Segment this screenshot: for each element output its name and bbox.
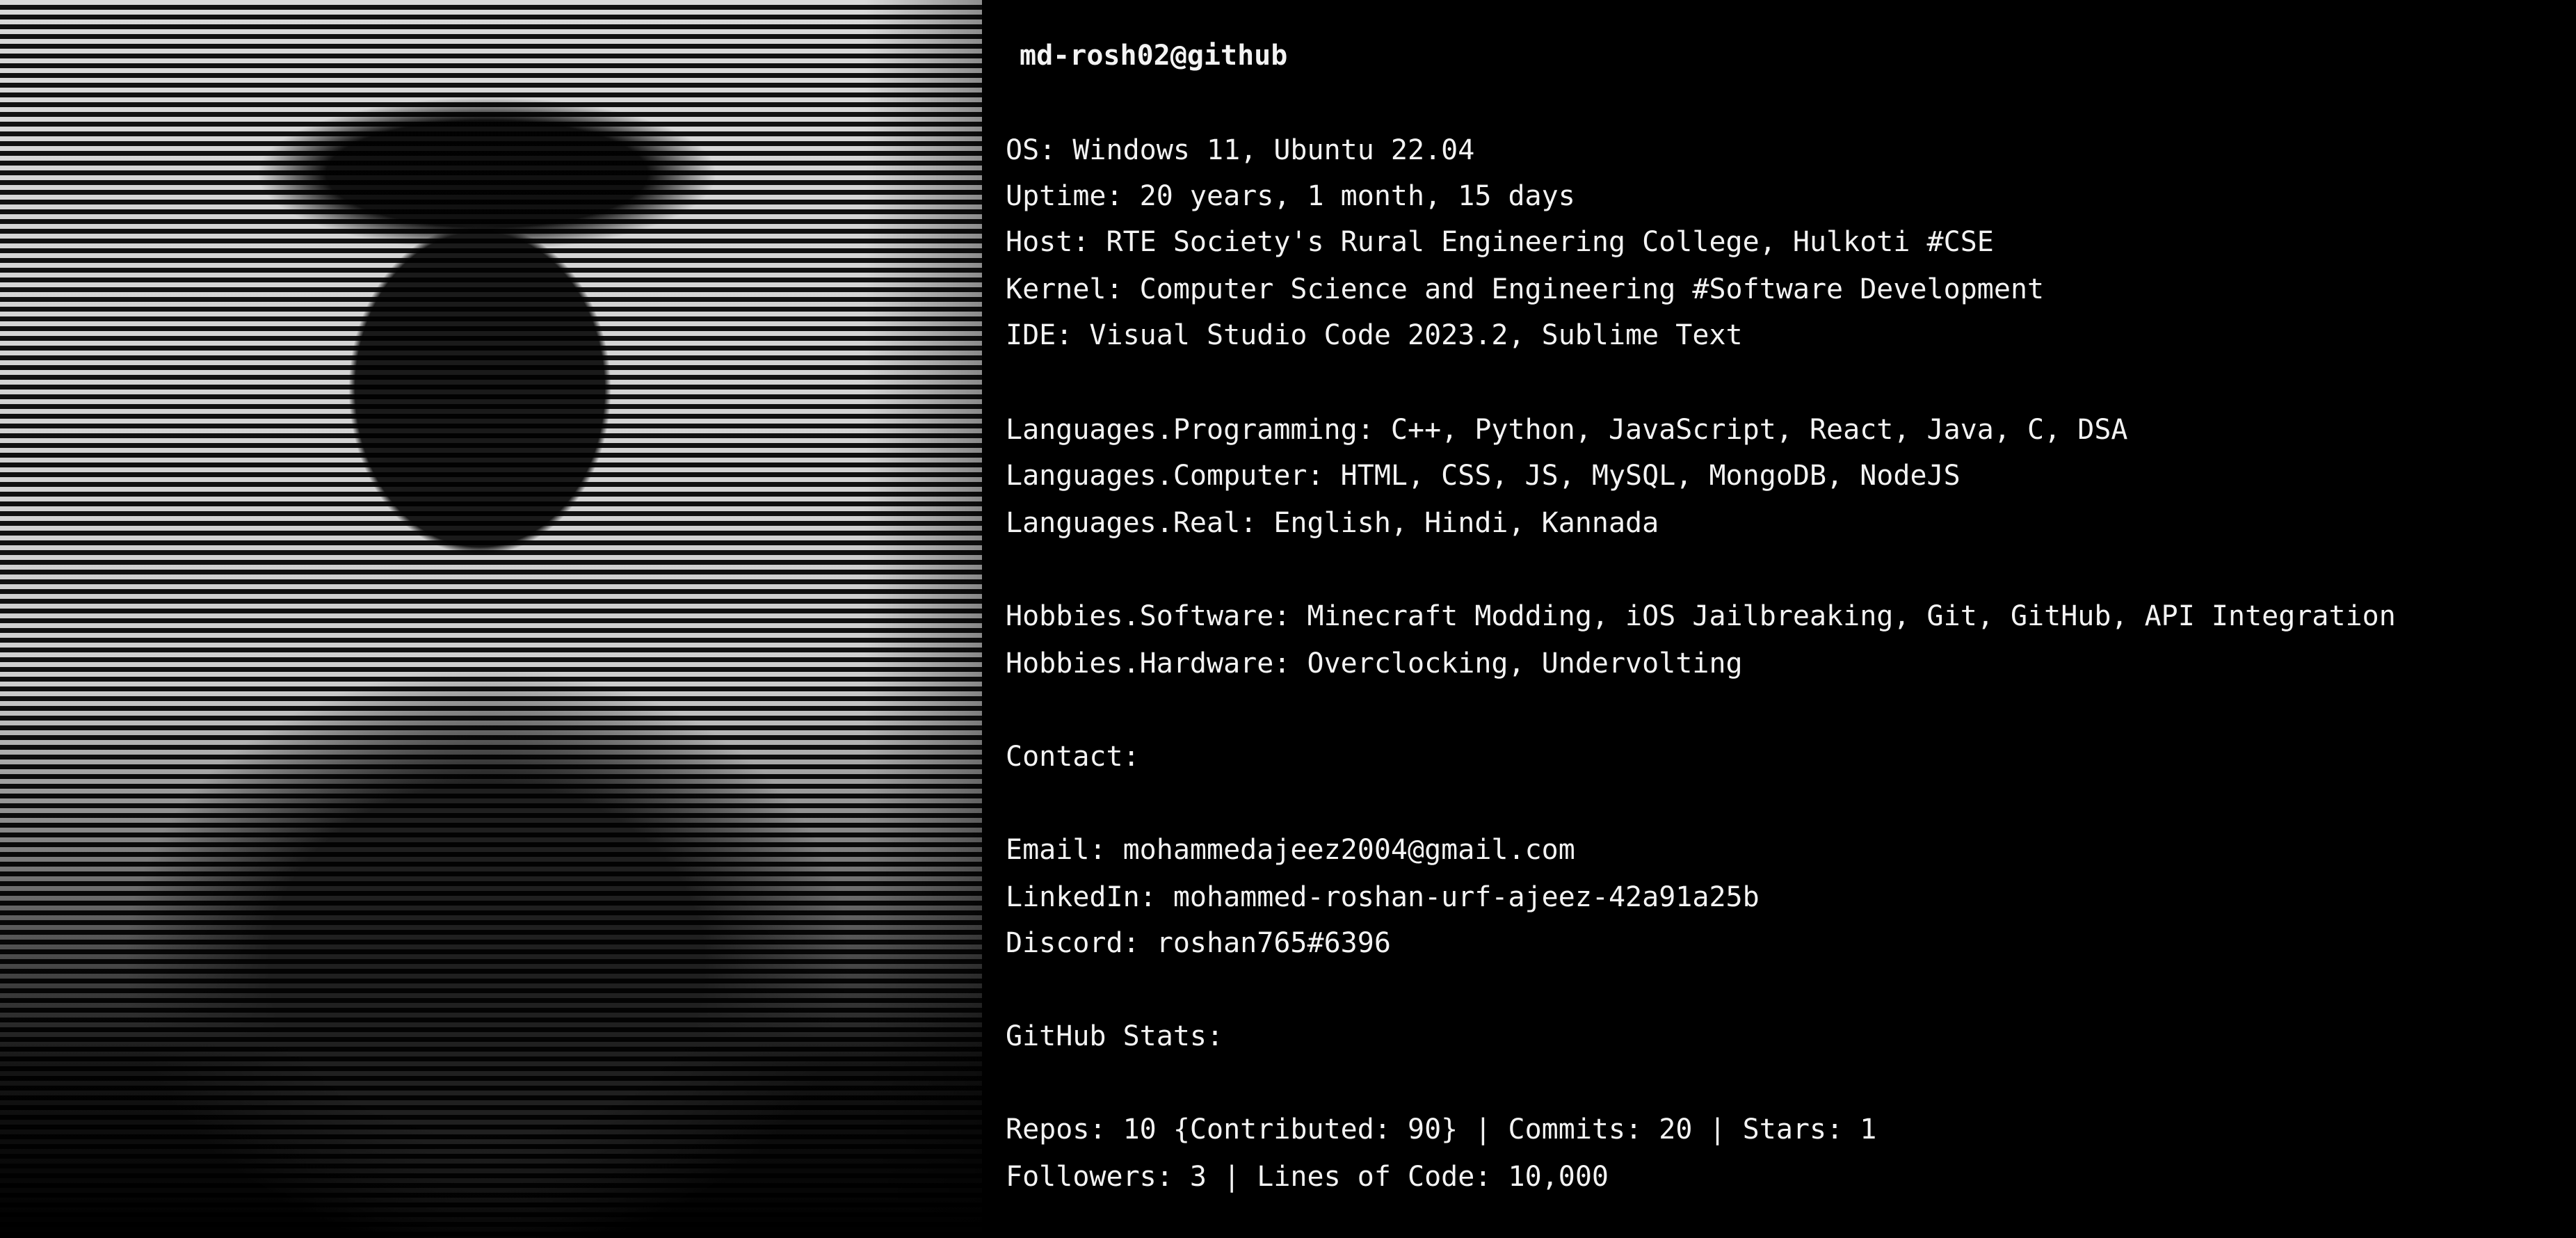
info-value: Windows 11, Ubuntu 22.04 [1072,134,1475,166]
stat-key: Commits: [1508,1114,1643,1145]
info-key: Languages.Computer: [1006,460,1324,492]
stats-line-2: Followers: 3 | Lines of Code: 10,000 [1006,1157,1609,1196]
info-key: Languages.Real: [1006,507,1257,539]
info-value: Computer Science and Engineering #Softwa… [1139,273,2045,305]
contact-key: Email: [1006,834,1106,866]
info-key: IDE: [1006,319,1073,351]
stat-key: Followers: [1006,1161,1173,1193]
info-key: Kernel: [1006,273,1123,305]
user-host-line: md-rosh02@github [1020,40,1288,72]
info-languages-computer: Languages.Computer: HTML, CSS, JS, MySQL… [1006,456,1961,495]
commits-value: 20 [1659,1114,1693,1145]
stat-key: Stars: [1742,1114,1844,1145]
discord-value: roshan765#6396 [1156,927,1391,959]
contact-email: Email: mohammedajeez2004@gmail.com [1006,830,1575,869]
separator: | [1692,1114,1743,1145]
contact-key: LinkedIn: [1006,881,1157,913]
info-languages-programming: Languages.Programming: C++, Python, Java… [1006,410,2128,449]
info-key: Uptime: [1006,180,1123,212]
stars-value: 1 [1860,1114,1877,1145]
terminal-output: md-rosh02@github OS: Windows 11, Ubuntu … [1006,36,2543,1219]
contact-linkedin: LinkedIn: mohammed-roshan-urf-ajeez-42a9… [1006,878,1760,917]
info-value: Visual Studio Code 2023.2, Sublime Text [1089,319,1743,351]
contact-discord: Discord: roshan765#6396 [1006,924,1391,963]
info-value: Overclocking, Undervolting [1307,648,1743,680]
info-kernel: Kernel: Computer Science and Engineering… [1006,270,2044,309]
portrait-shade [0,0,982,1238]
stat-key: Lines of Code: [1257,1161,1492,1193]
contact-heading: Contact: [1006,741,1140,773]
info-uptime: Uptime: 20 years, 1 month, 15 days [1006,177,1575,216]
linkedin-value[interactable]: mohammed-roshan-urf-ajeez-42a91a25b [1173,881,1760,913]
contact-key: Discord: [1006,927,1140,959]
info-key: Host: [1006,226,1090,258]
info-key: Languages.Programming: [1006,414,1374,446]
info-value: C++, Python, JavaScript, React, Java, C,… [1390,414,2128,446]
loc-value: 10,000 [1508,1161,1609,1193]
separator: | [1207,1161,1257,1193]
info-value: RTE Society's Rural Engineering College,… [1106,226,1994,258]
followers-value: 3 [1189,1161,1207,1193]
info-value: 20 years, 1 month, 15 days [1139,180,1575,212]
info-key: OS: [1006,134,1056,166]
email-value[interactable]: mohammedajeez2004@gmail.com [1123,834,1575,866]
stats-line-1: Repos: 10 {Contributed: 90} | Commits: 2… [1006,1110,1876,1149]
stats-heading: GitHub Stats: [1006,1020,1224,1052]
repos-value: 10 {Contributed: 90} [1122,1114,1458,1145]
info-hobbies-hardware: Hobbies.Hardware: Overclocking, Undervol… [1006,644,1743,683]
info-hobbies-software: Hobbies.Software: Minecraft Modding, iOS… [1006,597,2396,636]
stat-key: Repos: [1006,1114,1106,1145]
separator: | [1458,1114,1508,1145]
info-value: HTML, CSS, JS, MySQL, MongoDB, NodeJS [1340,460,1961,492]
ascii-portrait-image [0,0,982,1238]
info-key: Hobbies.Software: [1006,600,1291,632]
info-host: Host: RTE Society's Rural Engineering Co… [1006,223,1994,262]
info-ide: IDE: Visual Studio Code 2023.2, Sublime … [1006,316,1743,355]
info-key: Hobbies.Hardware: [1006,648,1291,680]
info-os: OS: Windows 11, Ubuntu 22.04 [1006,131,1474,170]
info-languages-real: Languages.Real: English, Hindi, Kannada [1006,504,1659,542]
info-value: Minecraft Modding, iOS Jailbreaking, Git… [1307,600,2396,632]
info-value: English, Hindi, Kannada [1273,507,1659,539]
